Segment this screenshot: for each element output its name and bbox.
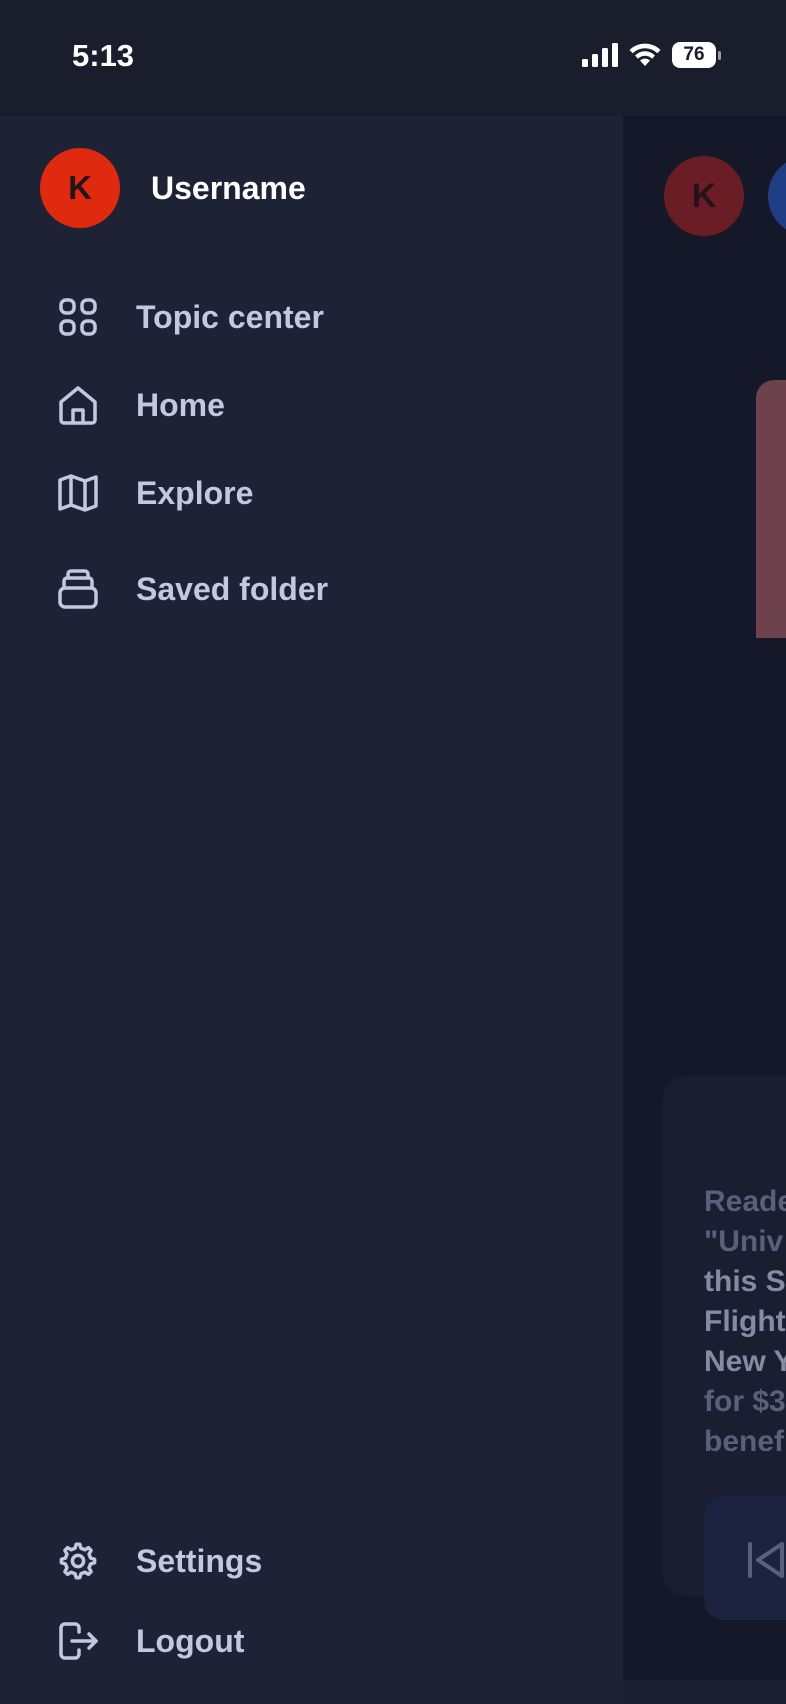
grid-icon: [56, 295, 100, 339]
background-avatar-secondary: [768, 156, 786, 236]
status-bar: 5:13 76: [0, 0, 786, 116]
folder-stack-icon: [56, 567, 100, 611]
logout-icon: [56, 1619, 100, 1663]
skip-back-icon: [746, 1540, 786, 1580]
status-icons: 76: [582, 42, 721, 68]
nav-item-topic-center[interactable]: Topic center: [56, 287, 324, 347]
map-icon: [56, 471, 100, 515]
background-text-line: for $3: [704, 1385, 786, 1418]
background-content[interactable]: K Reade "Univ this S Flight New Y for $3…: [623, 116, 786, 1680]
avatar[interactable]: K: [40, 148, 120, 228]
nav-item-label: Topic center: [136, 298, 324, 335]
user-profile[interactable]: K Username: [40, 148, 306, 228]
signal-icon: [582, 43, 618, 67]
background-text-line: benef: [704, 1425, 785, 1458]
background-text-line: this S: [704, 1265, 786, 1298]
nav-item-label: Explore: [136, 474, 254, 511]
nav-item-explore[interactable]: Explore: [56, 463, 253, 523]
nav-item-label: Home: [136, 386, 225, 423]
username: Username: [151, 169, 306, 206]
nav-item-home[interactable]: Home: [56, 375, 225, 435]
battery-indicator: 76: [672, 42, 721, 68]
background-text-line: New Y: [704, 1345, 786, 1378]
background-text-line: Reade: [704, 1185, 786, 1218]
background-text-line: Flight: [704, 1305, 786, 1338]
background-text-line: "Univ: [704, 1225, 784, 1258]
nav-item-settings[interactable]: Settings: [56, 1531, 262, 1591]
nav-item-logout[interactable]: Logout: [56, 1611, 244, 1671]
nav-item-saved-folder[interactable]: Saved folder: [56, 559, 328, 619]
navigation-drawer: K Username Topic center Home Explore Sav…: [0, 116, 623, 1704]
background-avatar: K: [664, 156, 744, 236]
nav-item-label: Saved folder: [136, 570, 329, 607]
background-cover-image: [756, 380, 786, 638]
background-text: Reade "Univ this S Flight New Y for $3 b…: [704, 1182, 786, 1462]
home-icon: [56, 383, 100, 427]
nav-item-label: Settings: [136, 1542, 263, 1579]
gear-icon: [56, 1539, 100, 1583]
status-time: 5:13: [72, 38, 135, 73]
nav-item-label: Logout: [136, 1622, 245, 1659]
wifi-icon: [628, 42, 662, 68]
